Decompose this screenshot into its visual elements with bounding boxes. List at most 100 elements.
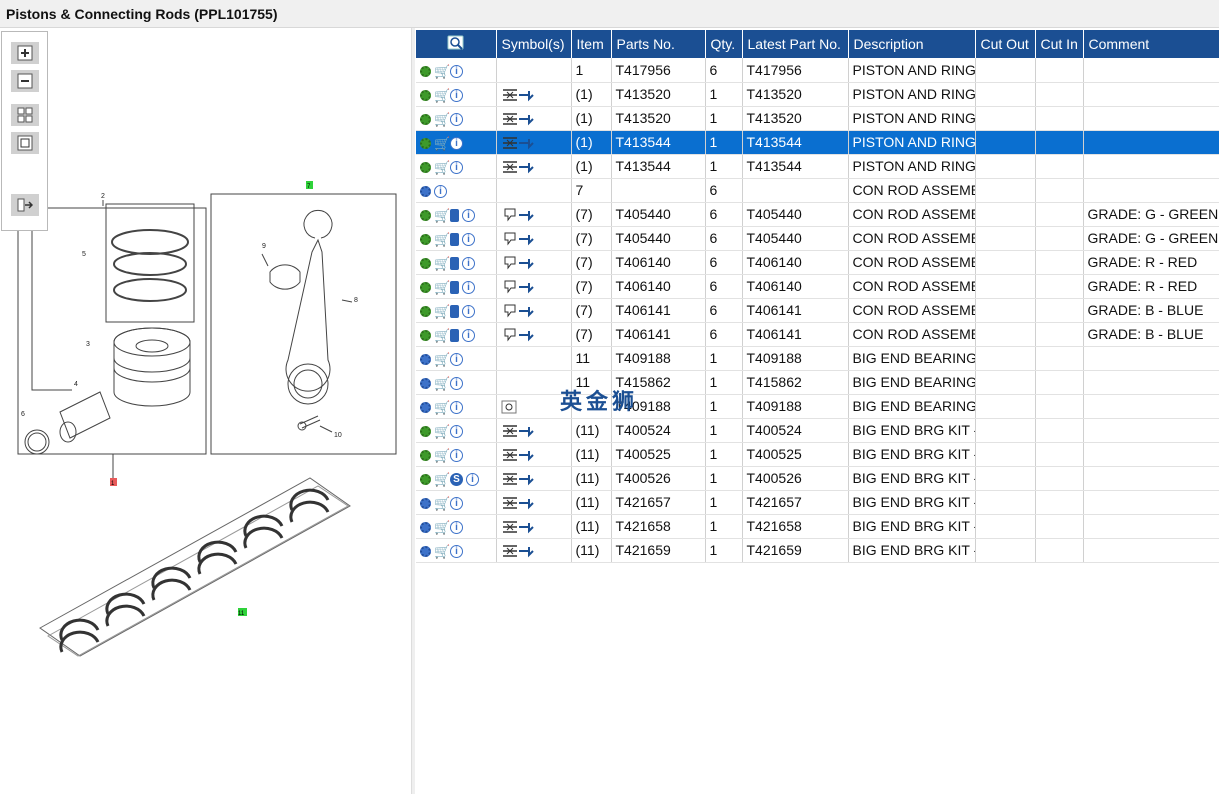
table-row[interactable]: 🛒 i 1 T417956 6 T417956 PISTON AND RING xyxy=(416,58,1219,83)
cart-icon[interactable]: 🛒 xyxy=(434,545,450,558)
book-icon[interactable] xyxy=(450,232,459,246)
info-icon[interactable]: i xyxy=(450,376,463,390)
settings-icon[interactable] xyxy=(420,497,431,509)
table-row[interactable]: 🛒 i (1) T413544 1 T413544 PISTON AND RING xyxy=(416,154,1219,179)
column-header-symbols[interactable]: Symbol(s) xyxy=(496,30,572,58)
callout-4[interactable]: 4 xyxy=(74,381,78,388)
book-icon[interactable] xyxy=(450,208,459,222)
table-row[interactable]: 🛒 i (11) T400525 1 T400525 BIG END BRG KIT - xyxy=(416,442,1219,467)
table-row[interactable]: 🛒 i (11) T421659 1 T421659 BIG END BRG KIT - xyxy=(416,538,1219,563)
book-icon[interactable] xyxy=(450,280,459,294)
cart-icon[interactable]: 🛒 xyxy=(434,161,450,174)
zoom-in-button[interactable] xyxy=(11,42,39,64)
settings-icon[interactable] xyxy=(420,329,431,341)
settings-icon[interactable] xyxy=(420,233,431,245)
search-icon[interactable] xyxy=(447,35,465,51)
callout-9[interactable]: 9 xyxy=(262,243,266,250)
cart-icon[interactable]: 🛒 xyxy=(434,209,450,222)
settings-icon[interactable] xyxy=(420,473,431,485)
cart-icon[interactable]: 🛒 xyxy=(434,281,450,294)
info-icon[interactable]: i xyxy=(450,400,463,414)
column-header-parts-no[interactable]: Parts No. xyxy=(611,30,706,58)
callout-2[interactable]: 2 xyxy=(101,193,105,200)
supersession-icon[interactable]: S xyxy=(450,472,463,486)
settings-icon[interactable] xyxy=(420,209,431,221)
info-icon[interactable]: i xyxy=(462,304,475,318)
parts-exploded-diagram[interactable]: 2 3 4 5 6 8 9 10 7 1 11 xyxy=(0,28,411,794)
cart-icon[interactable]: 🛒 xyxy=(434,473,450,486)
column-header-item[interactable]: Item xyxy=(571,30,612,58)
table-row[interactable]: 🛒 i (1) T413544 1 T413544 PISTON AND RING xyxy=(416,130,1219,155)
info-icon[interactable]: i xyxy=(462,280,475,294)
info-icon[interactable]: i xyxy=(462,256,475,270)
cart-icon[interactable]: 🛒 xyxy=(434,521,450,534)
column-header-cut-out[interactable]: Cut Out xyxy=(975,30,1036,58)
table-row[interactable]: 🛒 i (7) T406140 6 T406140 CON ROD ASSEME GRADE:… xyxy=(416,250,1219,275)
cart-icon[interactable]: 🛒 xyxy=(434,137,450,150)
fit-page-button[interactable] xyxy=(11,132,39,154)
cart-icon[interactable]: 🛒 xyxy=(434,329,450,342)
cart-icon[interactable]: 🛒 xyxy=(434,449,450,462)
zoom-out-button[interactable] xyxy=(11,70,39,92)
table-row[interactable]: 🛒 i (11) T421657 1 T421657 BIG END BRG KIT - xyxy=(416,490,1219,515)
info-icon[interactable]: i xyxy=(450,520,463,534)
settings-icon[interactable] xyxy=(420,521,431,533)
book-icon[interactable] xyxy=(450,328,459,342)
settings-icon[interactable] xyxy=(420,137,431,149)
callout-6[interactable]: 6 xyxy=(21,411,25,418)
settings-icon[interactable] xyxy=(420,161,431,173)
callout-8[interactable]: 8 xyxy=(354,297,358,304)
settings-icon[interactable] xyxy=(420,401,431,413)
table-row[interactable]: 🛒 i (7) T406141 6 T406141 CON ROD ASSEME GRADE:… xyxy=(416,298,1219,323)
cart-icon[interactable]: 🛒 xyxy=(434,377,450,390)
table-row[interactable]: 🛒 i (11) T421658 1 T421658 BIG END BRG KIT - xyxy=(416,514,1219,539)
callout-10[interactable]: 10 xyxy=(334,432,342,439)
settings-icon[interactable] xyxy=(420,305,431,317)
info-icon[interactable]: i xyxy=(450,112,463,126)
table-row[interactable]: 🛒 i (1) T413520 1 T413520 PISTON AND RING xyxy=(416,106,1219,131)
settings-icon[interactable] xyxy=(420,89,431,101)
column-header-latest-part-no[interactable]: Latest Part No. xyxy=(742,30,849,58)
info-icon[interactable]: i xyxy=(450,88,463,102)
info-icon[interactable]: i xyxy=(450,352,463,366)
pane-splitter[interactable] xyxy=(411,28,415,794)
cart-icon[interactable]: 🛒 xyxy=(434,65,450,78)
column-header-comment[interactable]: Comment xyxy=(1083,30,1219,58)
table-row[interactable]: 🛒 Si (11) T400526 1 T400526 BIG END BRG KIT - xyxy=(416,466,1219,491)
info-icon[interactable]: i xyxy=(450,136,463,150)
info-icon[interactable]: i xyxy=(450,424,463,438)
table-row[interactable]: 🛒 i 11 T415862 1 T415862 BIG END BEARING xyxy=(416,370,1219,395)
cart-icon[interactable]: 🛒 xyxy=(434,233,450,246)
info-icon[interactable]: i xyxy=(450,496,463,510)
book-icon[interactable] xyxy=(450,304,459,318)
cart-icon[interactable]: 🛒 xyxy=(434,401,450,414)
table-row[interactable]: 🛒 i (7) T406141 6 T406141 CON ROD ASSEME GRADE:… xyxy=(416,322,1219,347)
info-icon[interactable]: i xyxy=(462,232,475,246)
info-icon[interactable]: i xyxy=(450,544,463,558)
info-icon[interactable]: i xyxy=(450,64,463,78)
callout-11[interactable]: 11 xyxy=(238,611,245,617)
settings-icon[interactable] xyxy=(420,449,431,461)
settings-icon[interactable] xyxy=(420,281,431,293)
callout-5[interactable]: 5 xyxy=(82,251,86,258)
table-row[interactable]: 🛒 i (7) T406140 6 T406140 CON ROD ASSEME GRADE:… xyxy=(416,274,1219,299)
settings-icon[interactable] xyxy=(420,377,431,389)
table-row[interactable]: 🛒 i (11) T400524 1 T400524 BIG END BRG KIT - xyxy=(416,418,1219,443)
export-button[interactable] xyxy=(11,194,39,216)
column-header-qty[interactable]: Qty. xyxy=(705,30,743,58)
cart-icon[interactable]: 🛒 xyxy=(434,113,450,126)
settings-icon[interactable] xyxy=(420,545,431,557)
table-row[interactable]: 🛒 i T409188 1 T409188 BIG END BEARING xyxy=(416,394,1219,419)
column-header-description[interactable]: Description xyxy=(848,30,976,58)
column-header-tools[interactable] xyxy=(416,30,497,58)
cart-icon[interactable]: 🛒 xyxy=(434,425,450,438)
settings-icon[interactable] xyxy=(420,113,431,125)
info-icon[interactable]: i xyxy=(450,160,463,174)
info-icon[interactable]: i xyxy=(434,184,447,198)
table-row[interactable]: 🛒 i (7) T405440 6 T405440 CON ROD ASSEME GRADE:… xyxy=(416,226,1219,251)
settings-icon[interactable] xyxy=(420,65,431,77)
table-row[interactable]: 🛒 i (7) T405440 6 T405440 CON ROD ASSEME GRADE:… xyxy=(416,202,1219,227)
cart-icon[interactable]: 🛒 xyxy=(434,305,450,318)
info-icon[interactable]: i xyxy=(462,328,475,342)
settings-icon[interactable] xyxy=(420,257,431,269)
